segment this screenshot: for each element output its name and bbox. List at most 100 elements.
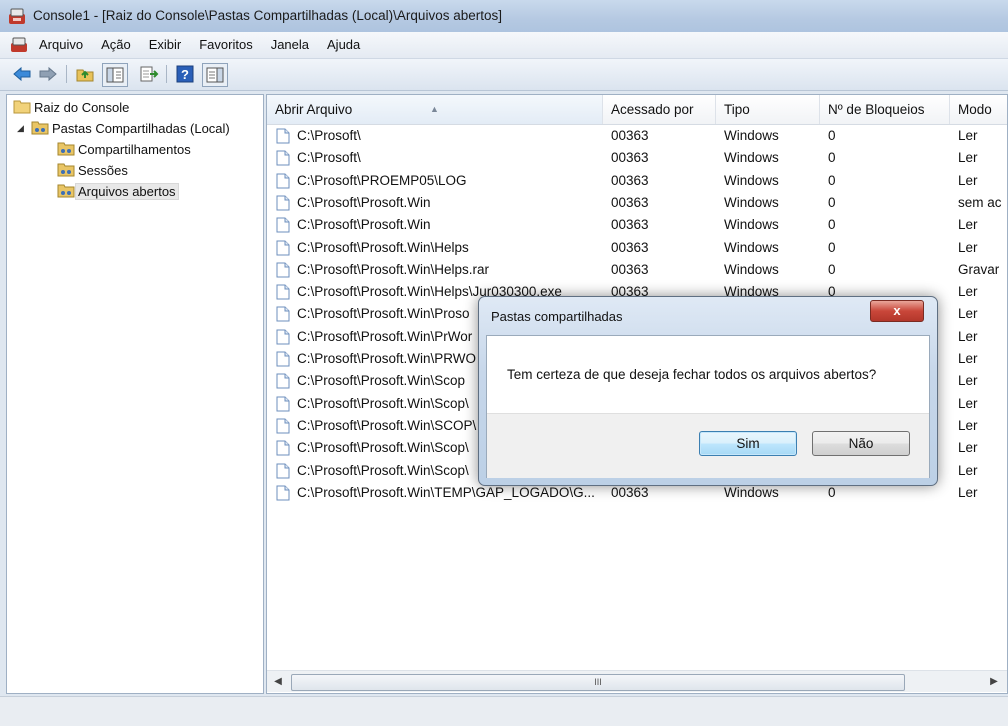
tree-node-label: Sessões	[78, 162, 128, 178]
cell-mode: Ler	[958, 284, 978, 300]
console-tree[interactable]: Raiz do Console ◢ Pastas Compartilhadas …	[6, 94, 264, 694]
cell-type: Windows	[724, 194, 779, 210]
column-header-label: Abrir Arquivo	[275, 102, 353, 117]
expand-arrow-icon[interactable]: ◢	[17, 123, 31, 134]
cell-type: Windows	[724, 217, 779, 233]
cell-locks: 0	[828, 217, 836, 233]
document-menu-icon[interactable]	[10, 37, 28, 56]
cell-mode: Ler	[958, 328, 978, 344]
table-row[interactable]: C:\Prosoft\Prosoft.Win 00363 Windows 0 sem a…	[267, 192, 1007, 214]
cell-mode: sem ac	[958, 194, 1002, 210]
file-icon	[276, 128, 290, 147]
column-header-accessed-by[interactable]: Acessado por	[603, 95, 716, 124]
cell-file: C:\Prosoft\Prosoft.Win\Helps	[297, 239, 469, 255]
forward-icon[interactable]	[37, 63, 59, 85]
cell-type: Windows	[724, 239, 779, 255]
help-icon[interactable]: ?	[174, 63, 196, 85]
cell-mode: Ler	[958, 239, 978, 255]
cell-mode: Ler	[958, 417, 978, 433]
table-row[interactable]: C:\Prosoft\ 00363 Windows 0 Ler	[267, 125, 1007, 147]
horizontal-scrollbar[interactable]: ◀ III ▶	[267, 670, 1007, 692]
cell-file: C:\Prosoft\	[297, 128, 361, 143]
menu-bar: Arquivo Ação Exibir Favoritos Janela Aju…	[0, 32, 1008, 59]
no-button[interactable]: Não	[812, 431, 910, 456]
cell-mode: Ler	[958, 150, 978, 166]
menu-ajuda[interactable]: Ajuda	[318, 37, 369, 52]
file-icon	[276, 195, 290, 214]
tree-node-label: Arquivos abertos	[75, 182, 179, 200]
menu-exibir[interactable]: Exibir	[140, 37, 191, 52]
table-row[interactable]: C:\Prosoft\Prosoft.Win\Helps 00363 Windows…	[267, 237, 1007, 259]
show-hide-tree-icon[interactable]	[102, 63, 128, 87]
up-folder-icon[interactable]	[74, 63, 96, 85]
folder-icon	[13, 98, 31, 117]
show-hide-action-pane-icon[interactable]	[202, 63, 228, 87]
cell-locks: 0	[828, 172, 836, 188]
cell-file: C:\Prosoft\Prosoft.Win	[297, 194, 431, 210]
yes-button[interactable]: Sim	[699, 431, 797, 456]
table-row[interactable]: C:\Prosoft\PROEMP05\LOG 00363 Windows 0 Ler	[267, 170, 1007, 192]
cell-mode: Ler	[958, 172, 978, 188]
table-row[interactable]: C:\Prosoft\Prosoft.Win 00363 Windows 0 Ler	[267, 214, 1007, 236]
dialog-title: Pastas compartilhadas	[491, 309, 623, 324]
scroll-right-icon[interactable]: ▶	[985, 671, 1003, 692]
file-icon	[276, 306, 290, 325]
dialog-message: Tem certeza de que deseja fechar todos o…	[507, 367, 877, 382]
open-files-icon	[57, 182, 75, 201]
column-header-mode[interactable]: Modo	[950, 95, 1007, 124]
list-header: Abrir Arquivo ▲ Acessado por Tipo Nº de …	[267, 95, 1007, 125]
back-icon[interactable]	[11, 63, 33, 85]
cell-file: C:\Prosoft\PROEMP05\LOG	[297, 172, 467, 188]
column-header-file[interactable]: Abrir Arquivo ▲	[267, 95, 603, 124]
file-icon	[276, 150, 290, 169]
sessions-icon	[57, 161, 75, 180]
tree-node-sessions[interactable]: Sessões	[57, 160, 131, 180]
menu-janela[interactable]: Janela	[262, 37, 318, 52]
cell-locks: 0	[828, 194, 836, 210]
scroll-left-icon[interactable]: ◀	[269, 671, 287, 692]
dialog-close-button[interactable]: x	[870, 300, 924, 322]
file-icon	[276, 373, 290, 392]
cell-type: Windows	[724, 128, 779, 143]
cell-mode: Ler	[958, 128, 978, 143]
tree-node-root[interactable]: Raiz do Console	[13, 97, 132, 117]
cell-user: 00363	[611, 194, 649, 210]
cell-locks: 0	[828, 239, 836, 255]
table-row[interactable]: C:\Prosoft\Prosoft.Win\Helps.rar 00363 Win…	[267, 259, 1007, 281]
column-header-locks[interactable]: Nº de Bloqueios	[820, 95, 950, 124]
file-icon	[276, 240, 290, 259]
file-icon	[276, 485, 290, 504]
cell-mode: Ler	[958, 462, 978, 478]
toolbar-separator	[66, 65, 67, 83]
scrollbar-thumb[interactable]: III	[291, 674, 905, 691]
tree-node-shares[interactable]: Compartilhamentos	[57, 139, 194, 159]
toolbar: ?	[0, 59, 1008, 91]
export-list-icon[interactable]	[138, 63, 160, 85]
menu-acao[interactable]: Ação	[92, 37, 140, 52]
cell-mode: Ler	[958, 351, 978, 366]
column-header-label: Acessado por	[611, 102, 694, 117]
cell-locks: 0	[828, 261, 836, 277]
tree-node-shared-folders[interactable]: ◢ Pastas Compartilhadas (Local)	[17, 118, 233, 138]
file-icon	[276, 463, 290, 482]
menu-arquivo[interactable]: Arquivo	[30, 37, 92, 52]
tree-node-label: Compartilhamentos	[78, 141, 191, 157]
svg-text:?: ?	[181, 67, 189, 82]
toolbar-separator	[166, 65, 167, 83]
mmc-console-icon	[8, 7, 26, 28]
file-icon	[276, 418, 290, 437]
file-icon	[276, 351, 290, 370]
title-bar: Console1 - [Raiz do Console\Pastas Compa…	[0, 0, 1008, 32]
cell-mode: Ler	[958, 306, 978, 322]
column-header-label: Nº de Bloqueios	[828, 102, 925, 117]
table-row[interactable]: C:\Prosoft\ 00363 Windows 0 Ler	[267, 147, 1007, 169]
menu-favoritos[interactable]: Favoritos	[190, 37, 261, 52]
tree-node-open-files[interactable]: Arquivos abertos	[57, 181, 179, 201]
status-bar	[0, 696, 1008, 726]
cell-mode: Ler	[958, 373, 978, 389]
tree-node-label: Raiz do Console	[34, 99, 130, 115]
window-title: Console1 - [Raiz do Console\Pastas Compa…	[33, 8, 502, 23]
cell-type: Windows	[724, 150, 779, 166]
cell-mode: Ler	[958, 440, 978, 456]
column-header-type[interactable]: Tipo	[716, 95, 820, 124]
